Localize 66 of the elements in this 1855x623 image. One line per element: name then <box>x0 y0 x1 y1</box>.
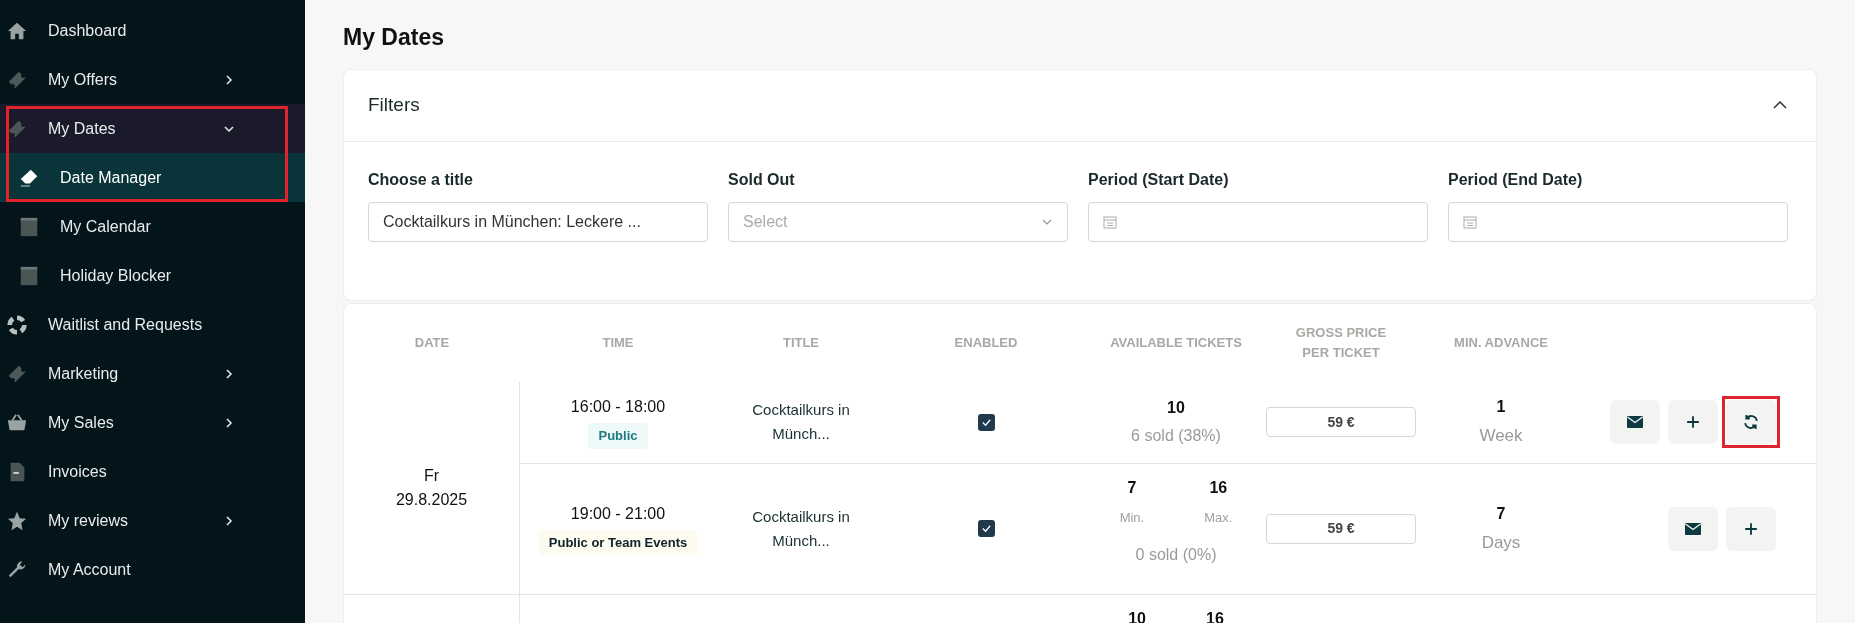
sidebar-item[interactable]: Dashboard <box>0 6 305 55</box>
visibility-tag: Public <box>588 423 648 449</box>
calendar-icon <box>1103 214 1117 229</box>
sidebar-item[interactable]: My Account <box>0 545 305 594</box>
ticket-count: 16 <box>1209 477 1228 498</box>
price-field[interactable]: 59 € <box>1266 407 1416 437</box>
column-header: DATE <box>414 333 450 352</box>
column-header: GROSS PRICE PER TICKET <box>1294 324 1388 362</box>
envelope-icon <box>1627 416 1643 428</box>
column-header: AVAILABLE TICKETS <box>1110 333 1242 352</box>
lifebuoy-icon <box>6 313 28 336</box>
refresh-icon <box>1744 415 1758 429</box>
sidebar-item[interactable]: Invoices <box>0 447 305 496</box>
calendar-icon <box>1463 214 1477 229</box>
envelope-icon <box>1685 522 1701 535</box>
ticket-count: 7 <box>1127 477 1137 498</box>
sidebar-item[interactable]: My reviews <box>0 496 305 545</box>
advance-unit: Week <box>1479 425 1523 448</box>
time-text: 19:00 - 21:00 <box>570 503 666 524</box>
sidebar-subitem[interactable]: My Calendar <box>0 202 305 251</box>
checkbox[interactable] <box>977 520 995 537</box>
ticket-count: 10 <box>1167 398 1185 418</box>
calendar-icon <box>18 215 40 238</box>
title-text: Cocktailkurs in Münch... <box>751 400 851 444</box>
sidebar-item[interactable]: My Sales <box>0 398 305 447</box>
sidebar-subitem[interactable]: Date Manager <box>0 153 305 202</box>
calendar-icon <box>18 264 40 287</box>
sold-text: 6 sold (38%) <box>1131 426 1221 446</box>
checkbox[interactable] <box>977 413 995 431</box>
page-title: My Dates <box>343 23 445 52</box>
checkmark-icon <box>980 523 992 534</box>
mail-button[interactable] <box>1610 400 1660 444</box>
range-label: Max. <box>1204 508 1233 527</box>
ticket-count: 10 <box>1128 608 1146 623</box>
field-label: Period (Start Date) <box>1088 169 1230 190</box>
input-field[interactable]: Cocktailkurs in München: Leckere ... <box>368 201 708 242</box>
sidebar-item[interactable]: My Dates <box>0 104 305 153</box>
day-text: Fr <box>423 465 440 486</box>
field-label: Sold Out <box>728 169 796 190</box>
field-label: Choose a title <box>368 169 474 190</box>
visibility-tag: Public or Team Events <box>538 529 698 556</box>
price-field[interactable]: 59 € <box>1266 513 1416 544</box>
advance-unit: Days <box>1481 531 1521 554</box>
advance-value: 1 <box>1496 397 1506 418</box>
ticket-count: 16 <box>1206 608 1224 623</box>
sidebar-item[interactable]: My Offers <box>0 55 305 104</box>
column-header: TITLE <box>782 333 820 352</box>
filters-title: Filters <box>368 92 420 117</box>
column-header: TIME <box>602 333 634 352</box>
sidebar-item[interactable]: Waitlist and Requests <box>0 300 305 349</box>
date-field[interactable] <box>1448 201 1788 242</box>
advance-value: 7 <box>1496 503 1506 524</box>
sidebar-item[interactable]: Marketing <box>0 349 305 398</box>
range-label: Min. <box>1119 508 1145 527</box>
column-header: ENABLED <box>954 333 1018 352</box>
sold-text: 0 sold (0%) <box>1135 545 1217 565</box>
mail-button[interactable] <box>1668 506 1718 551</box>
plus-icon <box>1744 521 1758 536</box>
date-field[interactable] <box>1088 201 1428 242</box>
plus-icon <box>1686 415 1700 429</box>
title-text: Cocktailkurs in Münch... <box>751 506 851 551</box>
sidebar-subitem[interactable]: Holiday Blocker <box>0 251 305 300</box>
time-text: 16:00 - 18:00 <box>570 397 666 418</box>
column-header: MIN. ADVANCE <box>1454 333 1548 352</box>
field-label: Period (End Date) <box>1448 169 1584 190</box>
date-text: 29.8.2025 <box>395 489 468 510</box>
